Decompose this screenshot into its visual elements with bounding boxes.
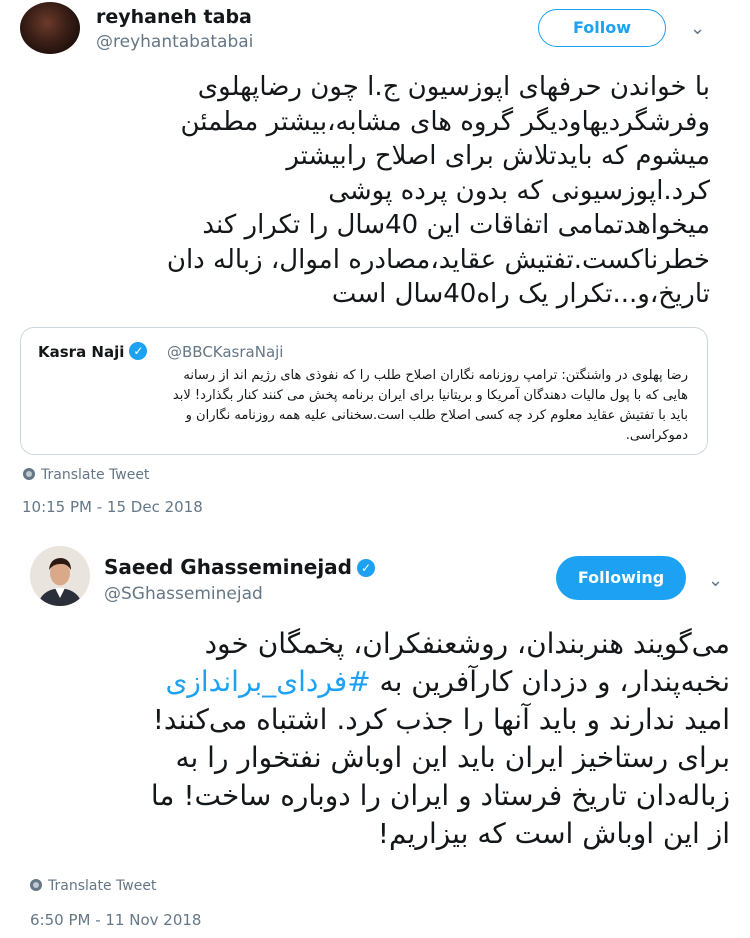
tweet-timestamp[interactable]: 10:15 PM - 15 Dec 2018 bbox=[22, 498, 203, 516]
tweet-text-line: می‌گویند هنربندان، روشعنفکران، پخمگان خو… bbox=[204, 627, 730, 660]
tweet-text-line: از این اوباش است که بیزاریم! bbox=[377, 817, 730, 850]
chevron-down-icon[interactable]: ⌄ bbox=[690, 18, 705, 39]
quoted-text-line: هایی که با پول مالیات دهندگان آمریکا و ب… bbox=[172, 388, 688, 403]
tweet-text-line: زباله‌دان تاریخ فرستاد و ایران را دوباره… bbox=[150, 779, 730, 812]
author-handle[interactable]: @reyhantabatabai bbox=[96, 32, 253, 52]
tweet-text: می‌گویند هنربندان، روشعنفکران، پخمگان خو… bbox=[20, 625, 730, 853]
quoted-author-name-text: Kasra Naji bbox=[38, 343, 125, 361]
quoted-author-handle: @BBCKasraNaji bbox=[167, 343, 284, 361]
tweet-text-line: خطرناکست.تفتیش عقاید،مصادره اموال، زباله… bbox=[166, 244, 710, 275]
tweet-text-line: میخواهدتمامی اتفاقات این 40سال را تکرار … bbox=[202, 210, 710, 240]
quoted-tweet-text: رضا پهلوی در واشنگتن: ترامپ روزنامه نگار… bbox=[38, 366, 688, 446]
quoted-author-name: Kasra Naji ✓ bbox=[38, 342, 148, 361]
tweet-text: با خواندن حرفهای اپوزسیون ج.ا چون رضاپهل… bbox=[20, 70, 710, 312]
author-name[interactable]: reyhaneh taba bbox=[96, 6, 252, 28]
quoted-text-line: رضا پهلوی در واشنگتن: ترامپ روزنامه نگار… bbox=[183, 368, 688, 383]
chevron-down-icon[interactable]: ⌄ bbox=[708, 570, 723, 591]
tweet-saeed: Saeed Ghasseminejad ✓ @SGhasseminejad Fol… bbox=[0, 530, 750, 938]
verified-badge-icon: ✓ bbox=[129, 342, 148, 360]
translate-label: Translate Tweet bbox=[41, 467, 150, 483]
tweet-text-segment: نخبه‌پندار، و دزدان کارآفرین به bbox=[370, 665, 730, 698]
quoted-text-line: دموکراسی. bbox=[625, 428, 688, 443]
quoted-tweet[interactable]: Kasra Naji ✓ @BBCKasraNaji رضا پهلوی در و… bbox=[20, 327, 708, 455]
tweet-text-line: تاریخ،و...تکرار یک راه40سال است bbox=[331, 279, 710, 309]
translate-tweet-link[interactable]: Translate Tweet bbox=[23, 467, 149, 483]
tweet-text-line: امید ندارند و باید آنها را جذب کرد. اشتب… bbox=[152, 703, 730, 736]
tweet-text-line: نخبه‌پندار، و دزدان کارآفرین به #فردای_ب… bbox=[20, 663, 730, 701]
hashtag-link[interactable]: #فردای_براندازی bbox=[165, 665, 370, 698]
tweet-text-line: وفرشگردیهاودیگر گروه های مشابه،بیشتر مطم… bbox=[180, 106, 710, 137]
avatar-portrait bbox=[30, 546, 90, 606]
tweet-text-line: کرد.اپوزسیونی که بدون پرده پوشی bbox=[328, 175, 710, 206]
avatar[interactable] bbox=[20, 2, 80, 54]
avatar[interactable] bbox=[30, 546, 90, 606]
quoted-text-line: باید با تفتیش عقاید معلوم کرد چه کسی اصل… bbox=[185, 408, 688, 423]
translate-label: Translate Tweet bbox=[48, 878, 157, 894]
author-handle[interactable]: @SGhasseminejad bbox=[104, 584, 263, 604]
author-name[interactable]: Saeed Ghasseminejad ✓ bbox=[104, 555, 375, 579]
globe-icon bbox=[30, 879, 42, 891]
follow-button[interactable]: Follow bbox=[538, 9, 666, 47]
author-name-text: Saeed Ghasseminejad bbox=[104, 555, 352, 579]
tweet-timestamp[interactable]: 6:50 PM - 11 Nov 2018 bbox=[30, 911, 201, 929]
tweet-text-line: میشوم که بایدتلاش برای اصلاح رابیشتر bbox=[286, 141, 710, 171]
following-button[interactable]: Following bbox=[556, 556, 686, 600]
globe-icon bbox=[23, 468, 35, 480]
tweet-text-line: برای رستاخیز ایران باید این اوباش نفتخوا… bbox=[175, 741, 730, 774]
tweet-reyhaneh: reyhaneh taba @reyhantabatabai Follow ⌄ … bbox=[0, 0, 750, 530]
tweet-text-line: با خواندن حرفهای اپوزسیون ج.ا چون رضاپهل… bbox=[197, 72, 710, 102]
translate-tweet-link[interactable]: Translate Tweet bbox=[30, 878, 156, 894]
verified-badge-icon: ✓ bbox=[357, 559, 375, 577]
